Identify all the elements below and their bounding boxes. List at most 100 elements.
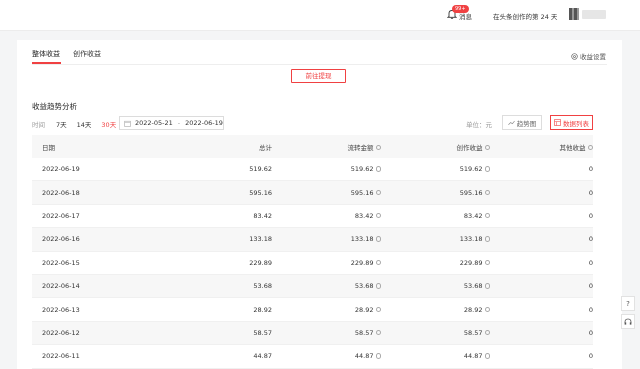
calendar-icon [124,120,131,127]
info-icon[interactable] [587,144,593,150]
earnings-settings-link[interactable]: 收益设置 [571,51,606,61]
cell-date: 2022-06-18 [42,188,80,197]
cell-other-earnings: 0 [588,235,593,244]
cell-creation-earnings-value: 28.92 [463,305,483,314]
cell-creation-earnings-value: 229.89 [459,258,483,267]
cell-creation-earnings: 133.18 [381,235,490,243]
cell-creation-earnings-value: 133.18 [459,235,483,244]
cell-creation-earnings: 519.62 [381,165,490,173]
creator-days-text: 在头条创作的第 24 天 [493,13,558,21]
cell-creation-earnings-value: 519.62 [459,165,483,174]
cell-date: 2022-06-16 [42,235,80,244]
unit-label: 单位：元 [466,121,492,129]
cell-creation-earnings-value: 53.68 [463,282,483,291]
trend-chart-label: 趋势图 [516,119,537,128]
cell-creation-earnings: 83.42 [381,212,490,220]
cell-flow-amount-value: 83.42 [354,211,374,220]
data-list-label: 数据列表 [563,119,589,128]
table-row: 2022-06-17 83.42 83.42 83.42 0 [32,205,593,229]
avatar[interactable] [569,8,579,20]
customer-service-button[interactable] [621,314,635,329]
tab-overall-earnings[interactable]: 整体收益 [32,49,60,59]
cell-creation-earnings: 595.16 [381,189,490,197]
cell-creation-earnings-value: 44.87 [463,352,483,361]
table-header: 日期 总计 流转金额 创作收益 其他收益 [32,135,593,158]
table-row: 2022-06-19 519.62 519.62 519.62 0 [32,158,593,182]
cell-total: 58.57 [253,328,272,337]
cell-flow-amount-value: 519.62 [350,165,374,174]
settings-icon [571,52,578,60]
column-total: 总计 [259,143,272,152]
table-row: 2022-06-16 133.18 133.18 133.18 0 [32,228,593,252]
cell-other-earnings: 0 [588,188,593,197]
cell-flow-amount-value: 44.87 [354,352,374,361]
cell-other-earnings: 0 [588,258,593,267]
cell-creation-earnings: 44.87 [381,352,490,360]
cell-flow-amount-value: 229.89 [350,258,374,267]
cell-flow-amount: 595.16 [272,189,381,197]
cell-date: 2022-06-11 [42,352,80,361]
tabs-divider [32,64,607,65]
cell-flow-amount: 28.92 [272,306,381,314]
cell-flow-amount-value: 28.92 [354,305,374,314]
cell-date: 2022-06-13 [42,305,80,314]
help-button[interactable]: ? [621,296,635,311]
column-other-earnings-label: 其他收益 [559,143,586,152]
cell-date: 2022-06-15 [42,258,80,267]
cell-other-earnings: 0 [588,211,593,220]
headset-icon [624,318,632,325]
date-range-picker[interactable]: 2022-05-21 - 2022-06-19 [119,116,224,130]
cell-flow-amount: 53.68 [272,282,381,290]
top-bar: 99+ 消息 在头条创作的第 24 天 [0,0,640,31]
date-separator: - [177,119,181,127]
cell-other-earnings: 0 [588,305,593,314]
table-row: 2022-06-12 58.57 58.57 58.57 0 [32,321,593,346]
cell-total: 44.87 [253,352,272,361]
cell-other-earnings: 0 [588,165,593,174]
filter-option-7d[interactable]: 7天 [56,119,67,129]
earnings-table: 日期 总计 流转金额 创作收益 其他收益 2022-06-19 519.62 519… [32,135,593,369]
username-blurred[interactable] [582,10,606,19]
cell-date: 2022-06-19 [42,165,80,174]
cell-flow-amount: 133.18 [272,235,381,243]
tab-creation-earnings[interactable]: 创作收益 [73,49,101,59]
cell-creation-earnings: 53.68 [381,282,490,290]
filter-option-14d[interactable]: 14天 [77,119,92,129]
time-filter-label: 时间 [32,121,45,129]
table-body: 2022-06-19 519.62 519.62 519.62 0 2022-06-18 5… [32,158,593,369]
cell-total: 53.68 [253,282,272,291]
cell-total: 519.62 [249,165,272,174]
filter-option-30d[interactable]: 30天 [101,119,116,129]
table-row: 2022-06-11 44.87 44.87 44.87 0 [32,345,593,369]
table-row: 2022-06-18 595.16 595.16 595.16 0 [32,181,593,205]
cell-flow-amount: 83.42 [272,212,381,220]
cell-date: 2022-06-12 [42,328,80,337]
question-icon: ? [626,299,630,308]
cell-flow-amount: 519.62 [272,165,381,173]
messages-link[interactable]: 消息 [459,11,472,21]
column-creation-earnings: 创作收益 [381,142,490,152]
cell-date: 2022-06-14 [42,282,80,291]
column-other-earnings: 其他收益 [490,142,593,152]
cell-other-earnings: 0 [588,328,593,337]
cell-creation-earnings-value: 58.57 [463,328,483,337]
cell-flow-amount-value: 595.16 [350,188,374,197]
cell-creation-earnings: 58.57 [381,329,490,337]
cell-flow-amount: 229.89 [272,259,381,267]
data-list-button[interactable]: 数据列表 [550,115,593,130]
cell-total: 595.16 [249,188,272,197]
cell-flow-amount-value: 58.57 [354,328,374,337]
cell-total: 133.18 [249,235,272,244]
settings-label: 收益设置 [580,53,606,61]
trend-chart-button[interactable]: 趋势图 [502,115,542,130]
table-row: 2022-06-13 28.92 28.92 28.92 0 [32,298,593,322]
cell-creation-earnings-value: 83.42 [463,211,483,220]
cell-flow-amount: 58.57 [272,329,381,337]
withdraw-button[interactable]: 前往提现 [291,69,346,83]
cell-creation-earnings: 229.89 [381,259,490,267]
table-row: 2022-06-15 229.89 229.89 229.89 0 [32,252,593,275]
cell-total: 83.42 [253,211,272,220]
cell-creation-earnings-value: 595.16 [459,188,483,197]
line-chart-icon [507,120,515,125]
table-icon [554,119,561,126]
